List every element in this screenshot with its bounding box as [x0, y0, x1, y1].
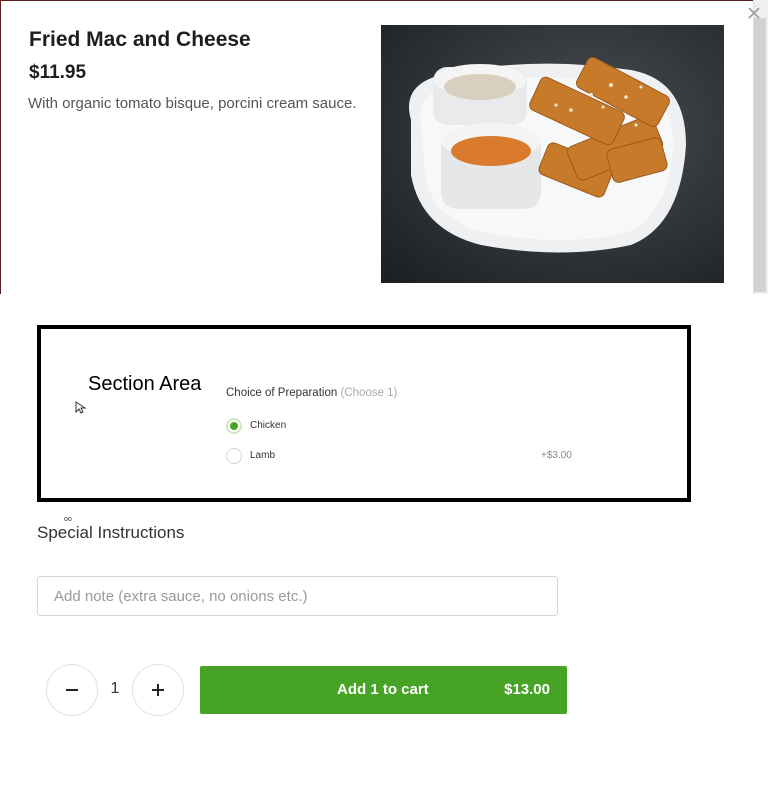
add-to-cart-label: Add 1 to cart — [337, 681, 429, 698]
option-lamb-label[interactable]: Lamb — [250, 450, 275, 461]
special-instructions-label: Special Instructions — [37, 523, 185, 542]
special-instructions-input[interactable] — [37, 576, 558, 616]
modal-left-border — [0, 0, 1, 294]
option-chicken-radio[interactable] — [226, 418, 242, 434]
choice-hint-text: (Choose 1) — [340, 387, 398, 399]
item-title: Fried Mac and Cheese — [29, 28, 251, 51]
add-to-cart-button[interactable]: Add 1 to cart $13.00 — [200, 666, 567, 714]
increase-quantity-button[interactable] — [132, 664, 184, 716]
scrollbar-thumb[interactable] — [754, 18, 766, 292]
plus-icon — [152, 684, 164, 696]
tiny-mark: oo — [64, 516, 72, 523]
cart-total-price: $13.00 — [504, 681, 550, 698]
minus-icon — [66, 689, 78, 691]
option-lamb-price: +$3.00 — [541, 450, 572, 461]
section-area-box — [37, 325, 691, 502]
option-chicken-label[interactable]: Chicken — [250, 420, 286, 431]
item-price: $11.95 — [29, 62, 87, 83]
decrease-quantity-button[interactable] — [46, 664, 98, 716]
mouse-pointer-icon — [75, 401, 87, 414]
close-icon[interactable] — [745, 4, 763, 22]
choice-of-preparation-heading: Choice of Preparation (Choose 1) — [226, 387, 397, 399]
quantity-value: 1 — [110, 680, 120, 697]
item-description: With organic tomato bisque, porcini crea… — [28, 95, 357, 112]
section-area-label: Section Area — [88, 373, 202, 395]
choice-title-text: Choice of Preparation — [226, 387, 338, 399]
modal-top-border — [0, 0, 754, 1]
option-lamb-radio[interactable] — [226, 448, 242, 464]
item-photo — [381, 25, 724, 283]
